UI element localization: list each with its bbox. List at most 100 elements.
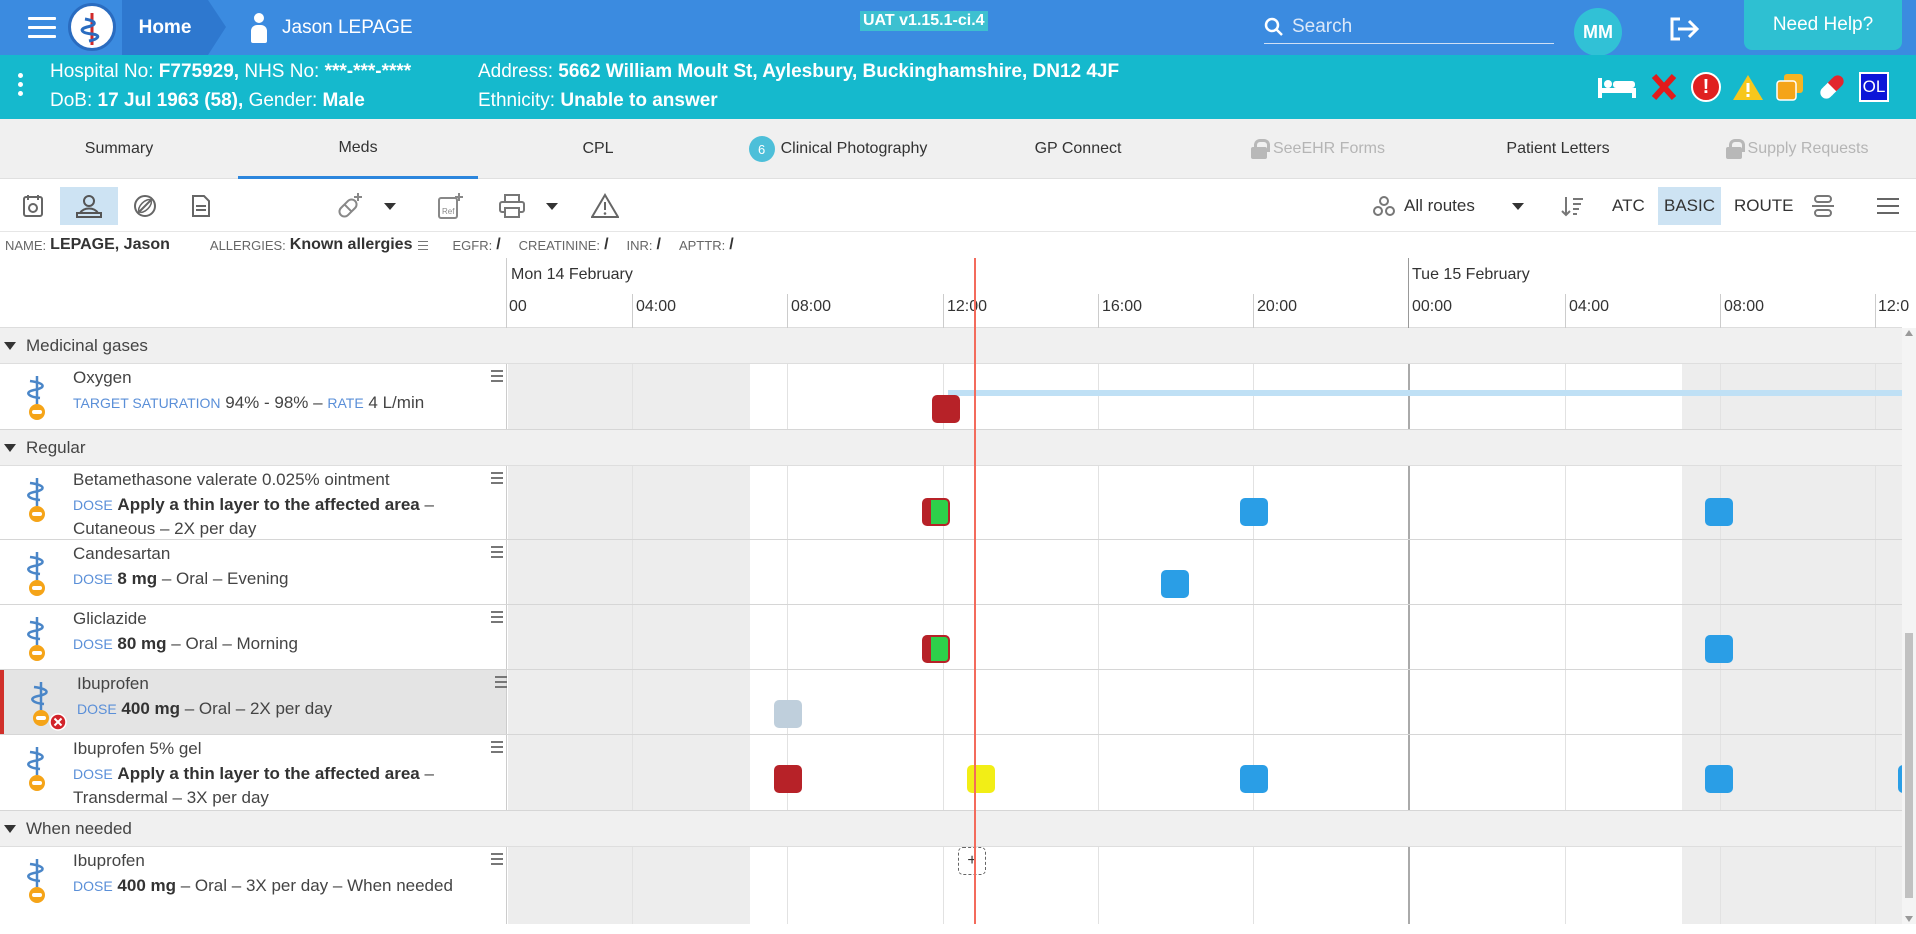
more-menu-icon[interactable]: [1872, 187, 1904, 225]
menu-icon[interactable]: [28, 17, 56, 39]
add-medication-dropdown[interactable]: [380, 187, 400, 225]
administer-icon[interactable]: [60, 187, 118, 225]
routes-icon: [1370, 187, 1398, 225]
dose-marker-missed[interactable]: [932, 395, 960, 423]
basic-button[interactable]: BASIC: [1658, 187, 1722, 225]
sort-icon[interactable]: [1558, 187, 1588, 225]
tab-summary[interactable]: Summary: [0, 119, 238, 179]
tab-gp-connect[interactable]: GP Connect: [958, 119, 1198, 179]
collapse-triangle-icon[interactable]: [4, 443, 16, 452]
medication-icon: [24, 374, 54, 424]
hour-label: 08:00: [1724, 298, 1765, 315]
add-medication-icon[interactable]: [332, 187, 368, 225]
warning-icon[interactable]: [1732, 71, 1764, 103]
med-name: Gliclazide: [73, 609, 147, 628]
print-icon[interactable]: [494, 187, 530, 225]
route-button[interactable]: ROUTE: [1728, 187, 1800, 225]
meds-toolbar: Ref All routes ATC BASIC ROUTE: [0, 179, 1916, 232]
copy-icon[interactable]: [1774, 71, 1806, 103]
med-row-ibuprofen[interactable]: Ibuprofen DOSE 400 mg – Oral – 2X per da…: [0, 670, 1902, 735]
search-input[interactable]: [1292, 15, 1532, 38]
hour-label: 04:00: [636, 298, 677, 315]
tab-cpl[interactable]: CPL: [478, 119, 718, 179]
med-row-candesartan[interactable]: Candesartan DOSE 8 mg – Oral – Evening: [0, 540, 1902, 605]
tab-bar: Summary Meds CPL 6 Clinical Photography G…: [0, 119, 1916, 179]
alert-icon[interactable]: !: [1690, 71, 1722, 103]
medication-icon: [24, 476, 54, 526]
bed-icon[interactable]: [1596, 71, 1638, 103]
dose-marker-scheduled[interactable]: [1705, 765, 1733, 793]
banner-menu-icon[interactable]: [18, 73, 24, 100]
user-avatar[interactable]: MM: [1574, 8, 1622, 56]
oxygen-infusion-bar[interactable]: [948, 390, 1902, 396]
collapse-triangle-icon[interactable]: [4, 824, 16, 833]
collapse-triangle-icon[interactable]: [4, 341, 16, 350]
row-menu-icon[interactable]: [491, 370, 503, 385]
row-menu-icon[interactable]: [491, 472, 503, 487]
allergies-menu-icon[interactable]: [418, 240, 429, 250]
row-menu-icon[interactable]: [491, 853, 503, 868]
banner-address: Address: 5662 William Moult St, Aylesbur…: [478, 61, 1120, 82]
row-menu-icon[interactable]: [491, 546, 503, 561]
ol-badge[interactable]: OL: [1858, 71, 1890, 103]
tab-meds[interactable]: Meds: [238, 119, 478, 179]
medication-icon: [24, 857, 54, 907]
dose-marker-missed[interactable]: [774, 765, 802, 793]
scrollbar-thumb[interactable]: [1905, 633, 1913, 898]
med-row-ibuprofen-gel[interactable]: Ibuprofen 5% gel DOSE Apply a thin layer…: [0, 735, 1902, 811]
pill-icon[interactable]: [1816, 71, 1848, 103]
print-dropdown[interactable]: [542, 187, 562, 225]
document-icon[interactable]: [184, 187, 218, 225]
dose-marker-scheduled[interactable]: [1240, 498, 1268, 526]
vertical-scrollbar[interactable]: [1902, 328, 1916, 924]
atc-button[interactable]: ATC: [1606, 187, 1651, 225]
med-row-oxygen[interactable]: Oxygen TARGET SATURATION 94% - 98% – RAT…: [0, 364, 1902, 430]
group-regular[interactable]: Regular: [0, 430, 1902, 466]
group-when-needed[interactable]: When needed: [0, 811, 1902, 847]
row-menu-icon[interactable]: [491, 741, 503, 756]
add-dose-button[interactable]: +: [958, 847, 986, 875]
med-detail: DOSE 400 mg – Oral – 3X per day – When n…: [73, 876, 453, 895]
dose-marker-given[interactable]: [922, 635, 950, 663]
collapse-rows-icon[interactable]: [1808, 187, 1838, 225]
discontinue-icon[interactable]: [128, 187, 162, 225]
dose-marker-scheduled[interactable]: [1705, 498, 1733, 526]
dose-marker-scheduled[interactable]: [1240, 765, 1268, 793]
need-help-button[interactable]: Need Help?: [1744, 0, 1902, 50]
tab-clinical-photography[interactable]: 6 Clinical Photography: [718, 119, 958, 179]
dose-marker-scheduled[interactable]: [1161, 570, 1189, 598]
patient-info-strip: NAME: LEPAGE, Jason ALLERGIES: Known aller…: [5, 236, 734, 253]
hour-label: 12:0: [1878, 298, 1910, 315]
lock-icon: [1725, 139, 1745, 159]
med-row-ibuprofen-prn[interactable]: + Ibuprofen DOSE 400 mg – Oral – 3X per …: [0, 847, 1902, 924]
medication-icon: [28, 680, 67, 731]
med-row-betamethasone[interactable]: Betamethasone valerate 0.025% ointment D…: [0, 466, 1902, 540]
tab-patient-letters[interactable]: Patient Letters: [1438, 119, 1678, 179]
routes-select[interactable]: All routes: [1398, 187, 1481, 225]
row-menu-icon[interactable]: [491, 611, 503, 626]
home-breadcrumb[interactable]: Home: [122, 0, 226, 55]
logo-icon[interactable]: [68, 3, 116, 51]
med-detail: TARGET SATURATION 94% - 98% – RATE 4 L/m…: [73, 393, 425, 412]
scroll-up-icon[interactable]: [1905, 330, 1913, 336]
dose-marker-due[interactable]: [967, 765, 995, 793]
warning-outline-icon[interactable]: [588, 187, 622, 225]
row-menu-icon[interactable]: [495, 676, 507, 691]
chart-view-icon[interactable]: [16, 187, 50, 225]
red-x-icon[interactable]: [1648, 71, 1680, 103]
banner-identifiers: Hospital No: F775929, NHS No: ***-***-**…: [50, 61, 412, 82]
routes-dropdown-caret[interactable]: [1508, 187, 1528, 225]
add-ref-icon[interactable]: Ref: [432, 187, 468, 225]
version-badge: UAT v1.15.1-ci.4: [860, 11, 988, 31]
dose-marker-given[interactable]: [922, 498, 950, 526]
hour-label: 20:00: [1257, 298, 1298, 315]
med-detail: DOSE 8 mg – Oral – Evening: [73, 569, 289, 588]
scroll-down-icon[interactable]: [1905, 916, 1913, 922]
dose-marker-scheduled[interactable]: [1705, 635, 1733, 663]
group-medicinal-gases[interactable]: Medicinal gases: [0, 328, 1902, 364]
logout-icon[interactable]: [1668, 16, 1702, 42]
patient-breadcrumb[interactable]: Jason LEPAGE: [248, 0, 413, 55]
timeline-header: Mon 14 February Tue 15 February 00 04:00…: [0, 258, 1909, 328]
med-row-gliclazide[interactable]: Gliclazide DOSE 80 mg – Oral – Morning: [0, 605, 1902, 670]
dose-marker-cancelled[interactable]: [774, 700, 802, 728]
